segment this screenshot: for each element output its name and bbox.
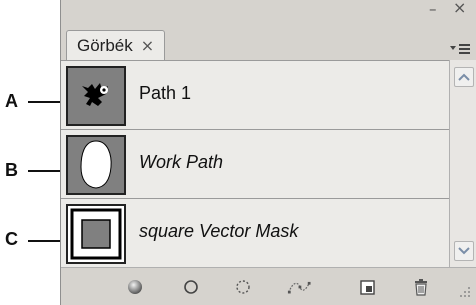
callout-a: A [5,91,18,111]
bird-silhouette-icon [82,83,108,106]
path-thumbnail [66,66,126,126]
close-panel-button[interactable]: × [453,0,466,16]
fill-path-icon [128,280,142,294]
paths-list: Path 1 Work Path square Vector Mask [61,60,449,268]
scroll-up-button[interactable] [454,67,474,87]
close-icon[interactable]: × [141,36,154,55]
panel-menu-button[interactable] [448,41,472,57]
paths-toolbar [61,267,476,305]
make-work-path-button[interactable] [287,276,311,298]
fill-path-button[interactable] [123,276,147,298]
tab-paths[interactable]: Görbék × [66,30,166,60]
path-row-path-1[interactable]: Path 1 [61,61,449,130]
callout-c-line [28,240,61,242]
callout-c: C [5,229,18,249]
callout-a-line [28,101,61,103]
callout-b: B [5,160,18,180]
vertical-scrollbar[interactable] [449,60,476,267]
trash-icon [415,279,427,296]
resize-grip[interactable] [453,280,473,300]
square-mask-icon [70,208,122,260]
path-row-work-path[interactable]: Work Path [61,130,449,199]
white-oval-icon [80,140,112,189]
new-path-icon [360,280,375,295]
stroke-path-button[interactable] [179,276,203,298]
panel-menu-icon [450,44,470,54]
tab-label: Görbék [77,35,133,55]
minimize-button[interactable]: – [429,1,437,17]
make-work-path-icon [287,281,311,294]
path-label: square Vector Mask [139,221,299,241]
load-selection-button[interactable] [231,276,255,298]
panel-titlebar: – × [61,0,476,22]
new-path-button[interactable] [355,276,379,298]
path-row-vector-mask[interactable]: square Vector Mask [61,199,449,268]
path-label: Work Path [139,152,224,172]
tab-strip: Görbék × [61,22,476,60]
scroll-down-button[interactable] [454,241,474,261]
callout-b-line [28,170,61,172]
load-selection-icon [236,280,250,294]
path-thumbnail [66,135,126,195]
path-label: Path 1 [139,83,192,103]
resize-grip-icon [460,287,470,297]
path-thumbnail [66,204,126,264]
paths-panel: – × Görbék × Path 1 Work Path square Vec… [60,0,476,305]
chevron-up-icon [458,73,470,81]
stroke-path-icon [184,280,198,294]
chevron-down-icon [458,247,470,255]
delete-path-button[interactable] [409,276,433,298]
